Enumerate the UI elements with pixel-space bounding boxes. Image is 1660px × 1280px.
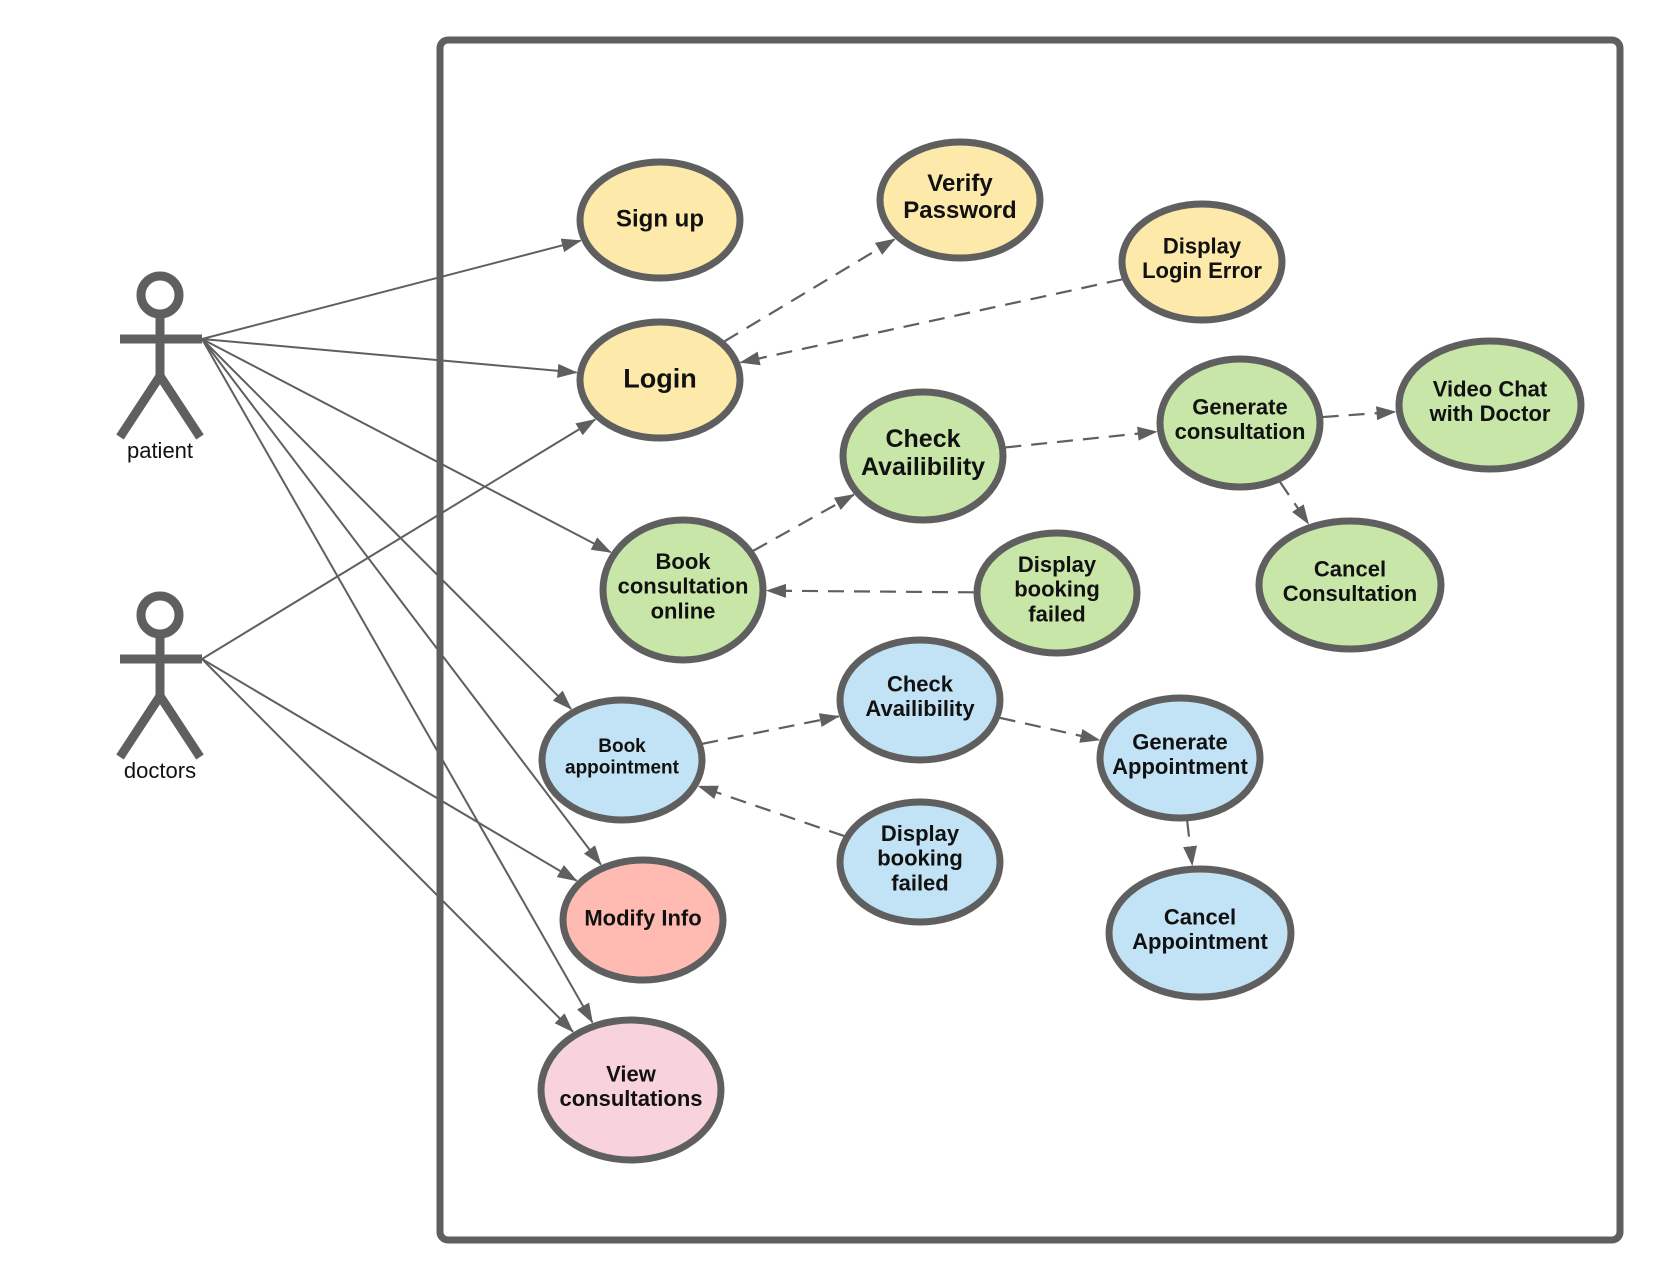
- use-case-loginerr[interactable]: DisplayLogin Error: [1118, 200, 1286, 324]
- dependency-genc-video: [1322, 406, 1397, 421]
- use-case-label: Check: [885, 425, 960, 453]
- use-case-diagram: patient doctors Sign up Login VerifyPasswo…: [116, 36, 1624, 1244]
- use-case-label: consultation: [618, 574, 749, 599]
- use-case-label: Modify Info: [584, 906, 701, 931]
- use-case-label: Availibility: [865, 696, 975, 721]
- use-case-label: View: [606, 1061, 657, 1086]
- use-case-checkc[interactable]: CheckAvailibility: [839, 388, 1007, 524]
- use-case-label: Display: [881, 821, 960, 846]
- use-case-label: booking: [877, 846, 963, 871]
- use-case-label: Check: [887, 671, 954, 696]
- dependency-checka-gena: [999, 716, 1101, 743]
- use-case-signup[interactable]: Sign up: [576, 158, 744, 282]
- dependency-checkc-genc: [1005, 426, 1158, 449]
- use-case-label: Verify: [927, 170, 993, 197]
- use-case-label: online: [651, 598, 716, 623]
- dependency-bookc-checkc: [752, 493, 855, 552]
- use-case-modify[interactable]: Modify Info: [559, 856, 727, 984]
- use-case-label: with Doctor: [1429, 401, 1551, 426]
- use-case-label: booking: [1014, 577, 1100, 602]
- use-case-bookc[interactable]: Bookconsultationonline: [599, 516, 767, 664]
- use-case-cancela[interactable]: CancelAppointment: [1105, 865, 1295, 1001]
- actor-label-doctors: doctors: [124, 758, 196, 783]
- dependency-booka-checka: [702, 713, 840, 745]
- use-cases: Sign upLoginVerifyPasswordDisplayLogin E…: [537, 138, 1585, 1164]
- actor-leg-right: [156, 373, 204, 440]
- use-case-label: failed: [1028, 601, 1085, 626]
- actor-head: [136, 271, 184, 319]
- use-case-label: Book: [598, 736, 646, 757]
- use-case-label: Generate: [1192, 394, 1287, 419]
- use-case-checka[interactable]: CheckAvailibility: [836, 636, 1004, 764]
- actor-head: [136, 591, 184, 639]
- use-case-label: Generate: [1132, 729, 1227, 754]
- use-case-booka[interactable]: Bookappointment: [538, 696, 706, 824]
- use-case-video[interactable]: Video Chatwith Doctor: [1395, 337, 1585, 473]
- use-case-label: Video Chat: [1433, 376, 1548, 401]
- association-lines: [201, 238, 612, 1033]
- use-case-label: Login: [623, 363, 696, 393]
- dependency-faila-booka: [697, 785, 845, 838]
- actor-label-patient: patient: [127, 438, 193, 463]
- actor-leg-right: [156, 693, 204, 760]
- association-patient-signup: [201, 238, 582, 340]
- actor-leg-left: [116, 693, 164, 760]
- association-patient-modify: [201, 338, 602, 866]
- use-case-gena[interactable]: GenerateAppointment: [1096, 694, 1264, 822]
- use-case-label: Display: [1163, 233, 1242, 258]
- actor-patient[interactable]: patient: [116, 271, 204, 463]
- use-case-label: Display: [1018, 552, 1097, 577]
- use-case-login[interactable]: Login: [576, 318, 744, 442]
- use-case-failc[interactable]: Displaybookingfailed: [973, 529, 1141, 657]
- dependency-login-verify: [723, 238, 896, 343]
- use-case-label: failed: [891, 870, 948, 895]
- use-case-label: Login Error: [1142, 258, 1262, 283]
- use-case-label: Availibility: [861, 453, 985, 481]
- use-case-label: appointment: [565, 757, 680, 778]
- actor-leg-left: [116, 373, 164, 440]
- use-case-label: Appointment: [1132, 929, 1268, 954]
- use-case-label: consultations: [559, 1086, 702, 1111]
- dependency-loginerr-login: [739, 278, 1123, 366]
- use-case-verify[interactable]: VerifyPassword: [876, 138, 1044, 262]
- use-case-label: Consultation: [1283, 581, 1417, 606]
- dependency-gena-cancela: [1183, 820, 1198, 867]
- association-doctors-login: [201, 418, 597, 660]
- use-case-label: Book: [656, 549, 712, 574]
- dependency-genc-cancelc: [1278, 481, 1310, 525]
- use-case-label: Cancel: [1314, 556, 1386, 581]
- use-case-faila[interactable]: Displaybookingfailed: [836, 798, 1004, 926]
- use-case-label: Sign up: [616, 205, 704, 232]
- use-case-label: Cancel: [1164, 904, 1236, 929]
- association-patient-booka: [201, 338, 572, 710]
- use-case-label: consultation: [1175, 419, 1306, 444]
- dependency-failc-bookc: [765, 583, 975, 598]
- use-case-cancelc[interactable]: CancelConsultation: [1255, 517, 1445, 653]
- use-case-label: Password: [903, 197, 1016, 224]
- use-case-genc[interactable]: Generateconsultation: [1156, 355, 1324, 491]
- use-case-label: Appointment: [1112, 754, 1248, 779]
- actor-doctors[interactable]: doctors: [116, 591, 204, 783]
- use-case-view[interactable]: Viewconsultations: [537, 1016, 725, 1164]
